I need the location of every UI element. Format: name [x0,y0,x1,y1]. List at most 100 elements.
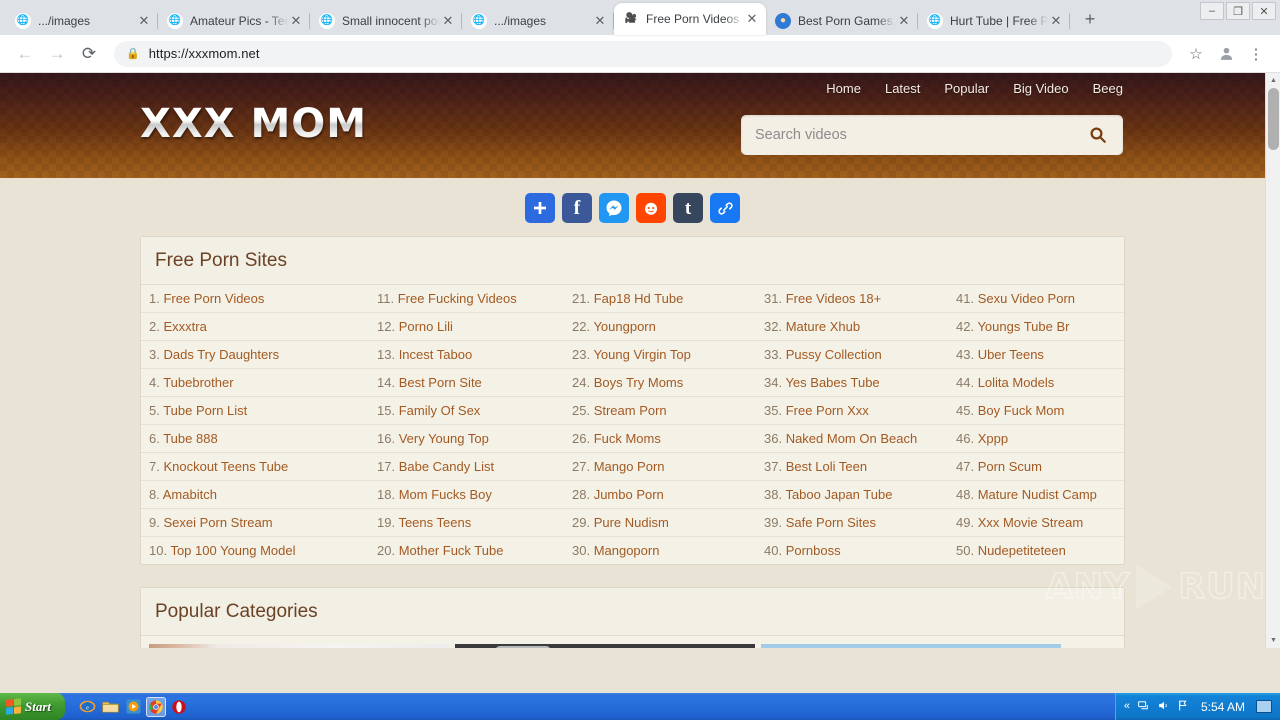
site-link[interactable]: Young Virgin Top [593,347,690,362]
chrome-menu-icon[interactable]: ⋮ [1242,40,1270,68]
profile-avatar-icon[interactable] [1212,40,1240,68]
nav-item-popular[interactable]: Popular [944,81,989,96]
flag-icon[interactable] [1177,699,1190,715]
scrollbar-thumb[interactable] [1268,88,1279,150]
scroll-up-arrow[interactable]: ▲ [1266,73,1280,88]
nav-item-home[interactable]: Home [826,81,861,96]
close-icon[interactable]: ✕ [896,13,912,29]
site-link[interactable]: Pornboss [786,543,841,558]
network-icon[interactable] [1137,699,1150,715]
scroll-down-arrow[interactable]: ▼ [1266,633,1280,648]
folder-icon[interactable] [100,697,120,717]
site-link[interactable]: Mature Nudist Camp [978,487,1097,502]
site-link[interactable]: Dads Try Daughters [163,347,279,362]
site-link[interactable]: Best Loli Teen [786,459,867,474]
site-link[interactable]: Very Young Top [399,431,489,446]
site-link[interactable]: Sexei Porn Stream [163,515,272,530]
new-tab-button[interactable]: + [1076,5,1104,33]
site-link[interactable]: Naked Mom On Beach [786,431,918,446]
browser-tab[interactable]: 🌐 .../images ✕ [6,6,158,35]
browser-tab[interactable]: 🌐 Small innocent porn ✕ [310,6,462,35]
internet-explorer-icon[interactable]: e [77,697,97,717]
site-link[interactable]: Safe Porn Sites [786,515,876,530]
site-link[interactable]: Mango Porn [594,459,665,474]
site-link[interactable]: Fap18 Hd Tube [594,291,684,306]
reload-button[interactable]: ⟳ [74,39,104,69]
site-link[interactable]: Sexu Video Porn [978,291,1075,306]
site-link[interactable]: Jumbo Porn [594,487,664,502]
facebook-share-button[interactable]: f [562,193,592,223]
address-bar[interactable]: 🔒 https://xxxmom.net [114,40,1172,67]
close-window-button[interactable]: ✕ [1252,2,1276,20]
site-link[interactable]: Teens Teens [398,515,471,530]
search-icon[interactable] [1087,124,1109,146]
site-link[interactable]: Knockout Teens Tube [163,459,288,474]
close-icon[interactable]: ✕ [744,11,760,27]
volume-icon[interactable] [1157,699,1170,715]
close-icon[interactable]: ✕ [440,13,456,29]
site-link[interactable]: Free Fucking Videos [398,291,517,306]
site-link[interactable]: Mangoporn [594,543,660,558]
site-link[interactable]: Tubebrother [163,375,233,390]
nav-item-big-video[interactable]: Big Video [1013,81,1068,96]
copy-link-button[interactable] [710,193,740,223]
site-link[interactable]: Youngporn [593,319,655,334]
close-icon[interactable]: ✕ [592,13,608,29]
site-link[interactable]: Youngs Tube Br [977,319,1069,334]
site-link[interactable]: Stream Porn [594,403,667,418]
category-thumbnail-1[interactable]: i [149,644,449,648]
site-link[interactable]: Pure Nudism [594,515,669,530]
opera-icon[interactable] [169,697,189,717]
nav-item-latest[interactable]: Latest [885,81,920,96]
site-link[interactable]: Nudepetiteteen [978,543,1066,558]
media-player-icon[interactable] [123,697,143,717]
forward-button[interactable]: → [42,39,72,69]
close-icon[interactable]: ✕ [288,13,304,29]
site-logo[interactable]: XXX MOM [140,101,367,147]
back-button[interactable]: ← [10,39,40,69]
restore-button[interactable]: ❐ [1226,2,1250,20]
site-link[interactable]: Free Porn Xxx [786,403,869,418]
site-link[interactable]: Xxx Movie Stream [978,515,1083,530]
site-link[interactable]: Best Porn Site [399,375,482,390]
site-link[interactable]: Top 100 Young Model [170,543,295,558]
site-link[interactable]: Xppp [978,431,1008,446]
browser-tab[interactable]: 🌐 Amateur Pics - Teen ✕ [158,6,310,35]
search-bar[interactable] [741,115,1123,155]
site-link[interactable]: Free Porn Videos [163,291,264,306]
expand-tray-icon[interactable]: « [1124,701,1130,712]
start-button[interactable]: Start [0,693,66,720]
site-link[interactable]: Mother Fuck Tube [399,543,504,558]
site-link[interactable]: Babe Candy List [399,459,494,474]
site-link[interactable]: Yes Babes Tube [785,375,879,390]
close-icon[interactable]: ✕ [136,13,152,29]
site-link[interactable]: Family Of Sex [399,403,481,418]
browser-tab[interactable]: 🌐 Hurt Tube | Free Po ✕ [918,6,1070,35]
site-link[interactable]: Mature Xhub [786,319,860,334]
site-link[interactable]: Porno Lili [399,319,453,334]
site-link[interactable]: Free Videos 18+ [786,291,882,306]
site-link[interactable]: Tube Porn List [163,403,247,418]
site-link[interactable]: Fuck Moms [594,431,661,446]
category-thumbnail-2[interactable]: i [455,644,755,648]
browser-tab[interactable]: 🌐 .../images ✕ [462,6,614,35]
reddit-share-button[interactable] [636,193,666,223]
nav-item-beeg[interactable]: Beeg [1093,81,1123,96]
site-link[interactable]: Exxxtra [163,319,206,334]
taskbar-clock[interactable]: 5:54 AM [1201,700,1245,714]
addthis-share-button[interactable] [525,193,555,223]
close-icon[interactable]: ✕ [1048,13,1064,29]
chrome-icon[interactable] [146,696,167,717]
site-link[interactable]: Boy Fuck Mom [978,403,1065,418]
site-link[interactable]: Taboo Japan Tube [785,487,892,502]
tumblr-share-button[interactable]: t [673,193,703,223]
search-input[interactable] [755,127,1087,143]
minimize-button[interactable]: – [1200,2,1224,20]
category-thumbnail-3[interactable]: i [761,644,1061,648]
site-link[interactable]: Lolita Models [978,375,1055,390]
browser-tab-active[interactable]: 🎥 Free Porn Videos O ✕ [614,3,766,35]
site-link[interactable]: Incest Taboo [399,347,472,362]
site-link[interactable]: Uber Teens [978,347,1044,362]
site-link[interactable]: Pussy Collection [786,347,882,362]
site-link[interactable]: Tube 888 [163,431,217,446]
